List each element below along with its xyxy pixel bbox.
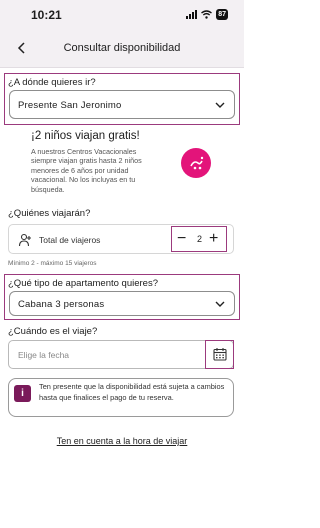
chevron-down-icon xyxy=(215,102,225,108)
status-bar: 10:21 87 xyxy=(0,0,244,30)
calendar-button[interactable] xyxy=(205,340,234,369)
notice-text: Ten presente que la disponibilidad está … xyxy=(39,382,225,402)
apartment-label: ¿Qué tipo de apartamento quieres? xyxy=(8,278,158,289)
add-person-icon xyxy=(18,233,31,247)
status-time: 10:21 xyxy=(31,8,62,22)
wifi-icon xyxy=(201,10,213,19)
travelers-hint: Mínimo 2 - máximo 15 viajeros xyxy=(8,260,97,267)
page-title: Consultar disponibilidad xyxy=(63,42,181,54)
apartment-value: Cabana 3 personas xyxy=(18,299,105,310)
apartment-select[interactable]: Cabana 3 personas xyxy=(9,291,235,316)
destination-label: ¿A dónde quieres ir? xyxy=(8,77,96,88)
destination-value: Presente San Jeronimo xyxy=(18,100,122,111)
nav-bar: Consultar disponibilidad xyxy=(0,30,244,68)
travelers-row-label: Total de viajeros xyxy=(39,235,101,245)
travelers-count: 2 xyxy=(197,234,203,244)
calendar-icon xyxy=(213,348,227,361)
promo-title: ¡2 niños viajan gratis! xyxy=(31,130,140,142)
decrement-button[interactable]: − xyxy=(177,230,186,248)
status-icons: 87 xyxy=(186,9,228,20)
battery-icon: 87 xyxy=(216,9,228,20)
promo-text: A nuestros Centros Vacacionales siempre … xyxy=(31,147,142,194)
date-label: ¿Cuándo es el viaje? xyxy=(8,326,98,337)
kids-badge-icon xyxy=(181,148,211,178)
destination-select[interactable]: Presente San Jeronimo xyxy=(9,90,235,119)
date-field[interactable]: Elige la fecha xyxy=(8,340,234,369)
date-placeholder: Elige la fecha xyxy=(18,350,70,360)
signal-icon xyxy=(186,10,198,19)
travel-info-link[interactable]: Ten en cuenta a la hora de viajar xyxy=(0,436,244,446)
increment-button[interactable]: + xyxy=(209,230,218,248)
travelers-stepper: − 2 + xyxy=(171,226,227,252)
availability-notice: i Ten presente que la disponibilidad est… xyxy=(8,378,234,417)
travelers-label: ¿Quiénes viajarán? xyxy=(8,208,91,219)
info-icon: i xyxy=(14,385,31,402)
chevron-down-icon xyxy=(215,301,225,307)
